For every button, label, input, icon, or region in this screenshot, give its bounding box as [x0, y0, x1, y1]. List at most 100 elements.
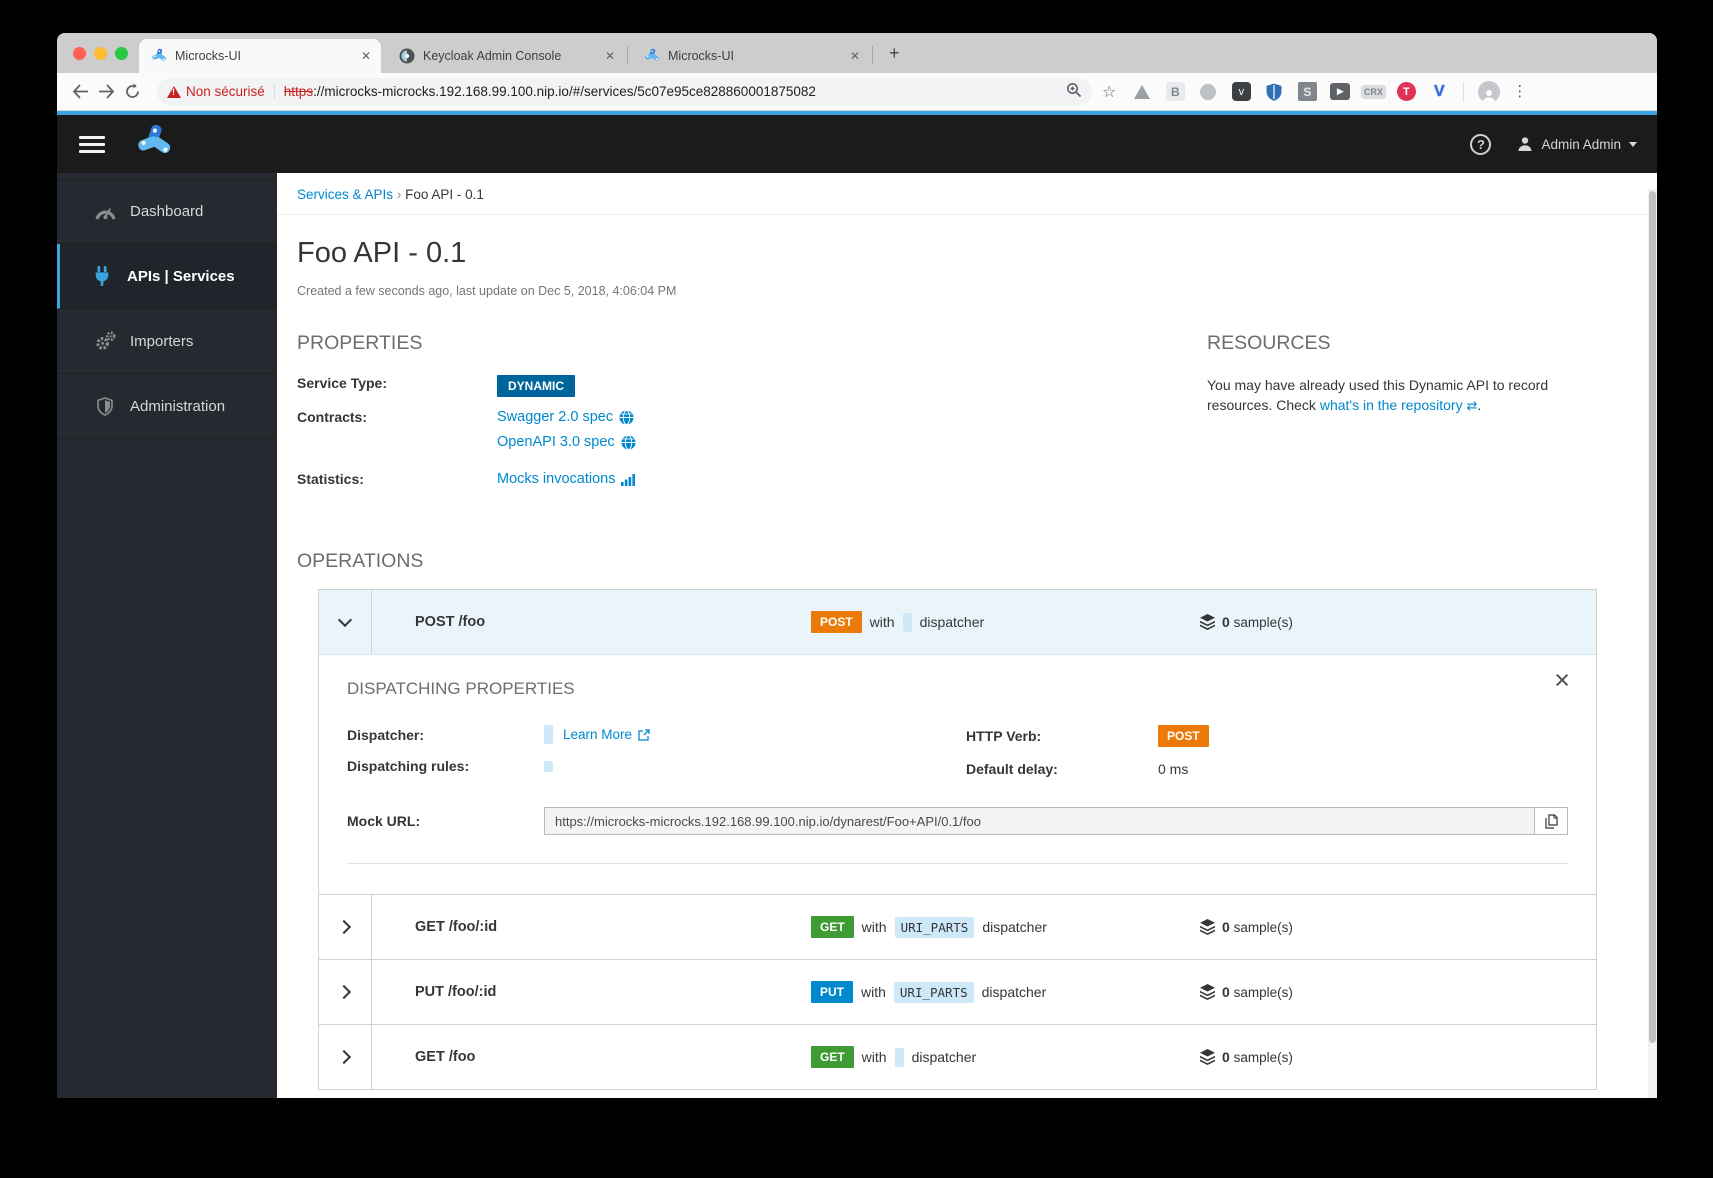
- tab-close-icon[interactable]: ✕: [850, 49, 860, 63]
- profile-avatar[interactable]: [1478, 80, 1501, 103]
- samples-label: sample(s): [1233, 985, 1293, 1000]
- security-chip[interactable]: Non sécurisé: [167, 84, 275, 99]
- s-extension-icon[interactable]: S: [1297, 82, 1317, 102]
- mock-url-input[interactable]: [544, 807, 1534, 835]
- openapi-spec-link[interactable]: OpenAPI 3.0 spec: [497, 434, 636, 450]
- page-subtitle: Created a few seconds ago, last update o…: [297, 284, 677, 298]
- sidebar-item-apis-services[interactable]: APIs | Services: [57, 244, 277, 309]
- new-tab-button[interactable]: +: [889, 43, 900, 64]
- tab-keycloak[interactable]: Keycloak Admin Console ✕: [387, 39, 625, 73]
- vimium-extension-icon[interactable]: V: [1429, 82, 1449, 102]
- mocks-invocations-label: Mocks invocations: [497, 471, 616, 487]
- plug-icon: [91, 266, 113, 286]
- shield-extension-icon[interactable]: [1264, 81, 1284, 102]
- user-name: Admin Admin: [1541, 136, 1621, 152]
- close-window-button[interactable]: [73, 47, 86, 60]
- reload-icon[interactable]: [119, 79, 145, 105]
- bookmark-star-icon[interactable]: ☆: [1102, 82, 1116, 102]
- sidebar-item-label: Importers: [130, 332, 194, 350]
- address-bar[interactable]: Non sécurisé https://microcks-microcks.1…: [157, 77, 1092, 106]
- screen-recorder-extension-icon[interactable]: ▶: [1330, 82, 1351, 102]
- layers-icon: [1200, 1049, 1215, 1065]
- toolbar-separator: [1463, 81, 1465, 102]
- tab-close-icon[interactable]: ✕: [361, 49, 371, 63]
- fullscreen-window-button[interactable]: [115, 47, 128, 60]
- tab-strip: Microcks-UI ✕ Keycloak Admin Console ✕ M…: [57, 33, 1657, 73]
- gauge-icon: [94, 204, 116, 220]
- dispatcher-label: dispatcher: [919, 614, 985, 630]
- dispatcher-field-label: Dispatcher:: [347, 726, 425, 743]
- warning-icon: [167, 85, 181, 98]
- operation-dispatch-info: POST with dispatcher: [811, 611, 1200, 633]
- operation-name: PUT /foo/:id: [415, 984, 497, 1000]
- hamburger-menu-icon[interactable]: [79, 132, 105, 157]
- microcks-logo-icon[interactable]: [135, 123, 173, 166]
- sidebar-item-importers[interactable]: Importers: [57, 309, 277, 374]
- page-scrollbar-track[interactable]: [1648, 189, 1657, 1098]
- page-scrollbar-thumb[interactable]: [1649, 191, 1656, 1043]
- http-verb-label: HTTP Verb:: [966, 728, 1042, 744]
- expand-chevron-icon[interactable]: [319, 960, 372, 1024]
- sidebar-item-administration[interactable]: Administration: [57, 374, 277, 439]
- browser-toolbar: Non sécurisé https://microcks-microcks.1…: [57, 73, 1657, 111]
- openapi-spec-label: OpenAPI 3.0 spec: [497, 434, 615, 450]
- operation-row-put-foo-id[interactable]: PUT /foo/:id PUT with URI_PARTS dispatch…: [319, 959, 1596, 1024]
- help-icon[interactable]: ?: [1470, 133, 1492, 155]
- back-icon[interactable]: [67, 79, 93, 105]
- panel-heading: DISPATCHING PROPERTIES: [347, 679, 575, 698]
- http-verb-badge: POST: [1158, 725, 1209, 747]
- operation-name: POST /foo: [415, 614, 486, 630]
- main-content: Services & APIs › Foo API - 0.1 Foo API …: [277, 173, 1657, 1098]
- crx-extension-icon[interactable]: CRX: [1360, 82, 1386, 102]
- empty-rule-badge: [902, 612, 912, 632]
- security-label: Non sécurisé: [186, 84, 265, 99]
- breadcrumb-services-link[interactable]: Services & APIs: [297, 187, 393, 202]
- method-badge: GET: [811, 916, 854, 938]
- default-delay-label: Default delay:: [966, 761, 1058, 777]
- collapse-chevron-icon[interactable]: [319, 590, 372, 654]
- tab-title: Microcks-UI: [668, 49, 734, 63]
- samples-label: sample(s): [1233, 1050, 1293, 1065]
- chrome-menu-icon[interactable]: ⋮: [1512, 84, 1527, 99]
- mocks-invocations-link[interactable]: Mocks invocations: [497, 471, 636, 487]
- copy-icon: [1544, 813, 1558, 829]
- operation-row-get-foo-id[interactable]: GET /foo/:id GET with URI_PARTS dispatch…: [319, 894, 1596, 959]
- swagger-spec-link[interactable]: Swagger 2.0 spec: [497, 409, 636, 425]
- sidebar-item-dashboard[interactable]: Dashboard: [57, 179, 277, 244]
- copy-button[interactable]: [1534, 807, 1568, 835]
- empty-rules-badge: [544, 760, 553, 772]
- operation-name: GET /foo/:id: [415, 919, 498, 935]
- b-extension-icon[interactable]: B: [1165, 82, 1185, 102]
- circle-extension-icon[interactable]: [1198, 82, 1218, 102]
- tab-microcks-2[interactable]: Microcks-UI ✕: [632, 39, 870, 73]
- shield-icon: [94, 396, 116, 416]
- repository-link[interactable]: what's in the repository: [1320, 397, 1463, 413]
- user-menu[interactable]: Admin Admin: [1517, 136, 1637, 152]
- breadcrumb-separator: ›: [396, 187, 402, 202]
- operation-dispatch-info: GET with URI_PARTS dispatcher: [811, 916, 1200, 938]
- dispatcher-label: dispatcher: [981, 984, 1047, 1000]
- contracts-label: Contracts:: [297, 409, 368, 425]
- minimize-window-button[interactable]: [94, 47, 107, 60]
- samples-count: 0: [1222, 1049, 1230, 1065]
- zoom-icon[interactable]: [1066, 82, 1082, 101]
- sidebar-item-label: Dashboard: [130, 203, 204, 220]
- expand-chevron-icon[interactable]: [319, 895, 372, 959]
- drive-extension-icon[interactable]: [1132, 82, 1152, 102]
- mock-url-label: Mock URL:: [347, 813, 421, 829]
- expand-chevron-icon[interactable]: [319, 1025, 372, 1089]
- operation-row-post-foo[interactable]: POST /foo POST with dispatcher 0 sample(…: [319, 590, 1596, 655]
- red-extension-icon[interactable]: T: [1396, 82, 1416, 102]
- forward-icon[interactable]: [93, 79, 119, 105]
- close-icon[interactable]: ×: [1554, 667, 1570, 694]
- with-label: with: [869, 614, 895, 630]
- url-text[interactable]: https://microcks-microcks.192.168.99.100…: [284, 84, 1060, 99]
- tab-close-icon[interactable]: ✕: [605, 49, 615, 63]
- resources-text: You may have already used this Dynamic A…: [1207, 375, 1612, 416]
- learn-more-link[interactable]: Learn More: [563, 727, 650, 742]
- operation-row-get-foo[interactable]: GET /foo GET with dispatcher 0 sample(s): [319, 1024, 1596, 1089]
- pocket-extension-icon[interactable]: v: [1231, 82, 1251, 102]
- tab-microcks-1[interactable]: Microcks-UI ✕: [139, 39, 381, 73]
- browser-window: Microcks-UI ✕ Keycloak Admin Console ✕ M…: [57, 33, 1657, 1098]
- exchange-icon: ⇄: [1466, 398, 1478, 414]
